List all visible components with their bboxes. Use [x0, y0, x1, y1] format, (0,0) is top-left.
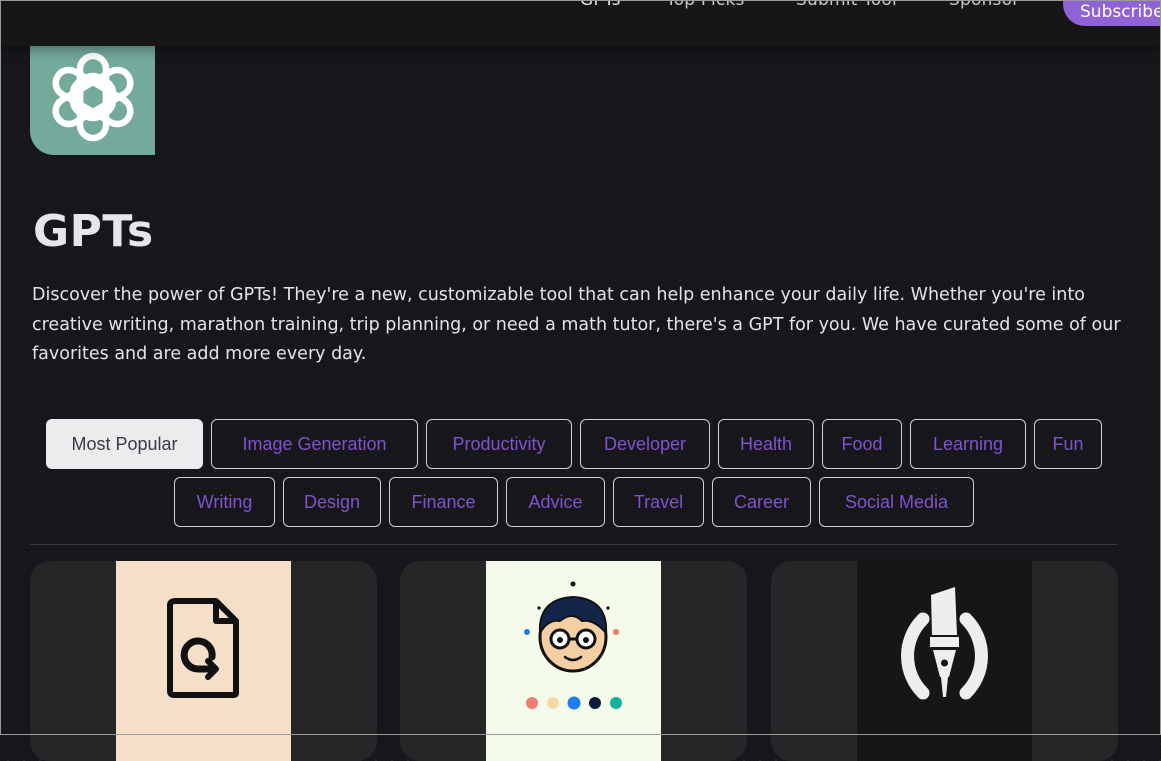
nav-link-gpts[interactable]: GPTs — [580, 0, 621, 10]
category-chip-travel[interactable]: Travel — [613, 477, 704, 527]
category-chip-writing[interactable]: Writing — [174, 477, 275, 527]
gpt-card-thumbnail — [116, 561, 291, 761]
gpt-card[interactable] — [771, 561, 1118, 761]
gpt-card[interactable] — [30, 561, 377, 761]
nav-link-top-picks[interactable]: Top Picks — [666, 0, 745, 10]
nav-link-submit-tool[interactable]: Submit Tool — [796, 0, 897, 10]
category-chip-learning[interactable]: Learning — [910, 419, 1026, 469]
nav-link-sponsor[interactable]: Sponsor — [949, 0, 1019, 10]
category-chip-health[interactable]: Health — [718, 419, 814, 469]
category-chip-productivity[interactable]: Productivity — [426, 419, 572, 469]
top-navigation: GPTs Top Picks Submit Tool Sponsor Subsc… — [0, 0, 1161, 46]
subscribe-button[interactable]: Subscribe — [1063, 0, 1161, 26]
category-chip-advice[interactable]: Advice — [506, 477, 605, 527]
category-chip-fun[interactable]: Fun — [1034, 419, 1102, 469]
category-chip-career[interactable]: Career — [712, 477, 811, 527]
page-description: Discover the power of GPTs! They're a ne… — [32, 285, 1121, 364]
paintbrush-icon — [901, 587, 988, 700]
openai-knot-icon — [52, 52, 133, 141]
category-chip-most-popular[interactable]: Most Popular — [46, 419, 203, 469]
openai-logo — [30, 38, 155, 155]
category-chip-developer[interactable]: Developer — [580, 419, 710, 469]
gpt-card-thumbnail — [486, 561, 661, 761]
category-chip-image-generation[interactable]: Image Generation — [211, 419, 418, 469]
section-divider — [30, 544, 1118, 545]
category-chip-food[interactable]: Food — [822, 419, 902, 469]
category-chip-social-media[interactable]: Social Media — [819, 477, 974, 527]
category-chip-finance[interactable]: Finance — [389, 477, 498, 527]
cartoon-avatar-icon — [524, 581, 622, 710]
file-convert-icon — [167, 598, 239, 698]
category-chip-design[interactable]: Design — [283, 477, 381, 527]
gpt-card-thumbnail — [857, 561, 1032, 761]
gpt-card[interactable] — [400, 561, 747, 761]
page-title: GPTs — [33, 206, 154, 257]
